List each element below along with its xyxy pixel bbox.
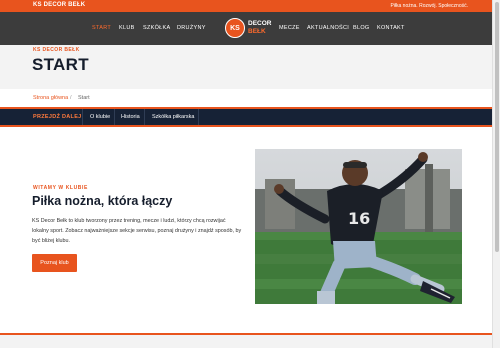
main-navigation: START KLUB SZKÓŁKA DRUŻYNY KS DECOR BEŁK… bbox=[0, 12, 492, 45]
nav-aktualnosci[interactable]: AKTUALNOŚCI bbox=[307, 25, 349, 31]
club-logo[interactable]: KS DECOR BEŁK bbox=[225, 17, 272, 39]
scrollbar-thumb[interactable] bbox=[495, 2, 499, 252]
intro-section: WITAMY W KLUBIE Piłka nożna, która łączy… bbox=[0, 129, 492, 333]
page-kicker: KS DECOR BEŁK bbox=[33, 47, 80, 53]
breadcrumb: Strona główna / Start bbox=[0, 89, 492, 107]
page-scrollbar[interactable] bbox=[492, 0, 500, 348]
section-subnav: PRZEJDŹ DALEJ O klubie Historia Szkółka … bbox=[0, 107, 492, 127]
nav-start[interactable]: START bbox=[92, 25, 111, 31]
nav-szkolka[interactable]: SZKÓŁKA bbox=[143, 25, 170, 31]
top-bar: KS DECOR BEŁK Piłka nożna. Rozwój. Społe… bbox=[0, 0, 492, 12]
subnav-link-historia[interactable]: Historia bbox=[121, 114, 140, 120]
intro-kicker: WITAMY W KLUBIE bbox=[33, 185, 88, 191]
subnav-lead: PRZEJDŹ DALEJ bbox=[33, 114, 82, 120]
nav-mecze[interactable]: MECZE bbox=[279, 25, 300, 31]
subnav-link-o-klubie[interactable]: O klubie bbox=[90, 114, 110, 120]
nav-klub[interactable]: KLUB bbox=[119, 25, 135, 31]
topbar-tagline: Piłka nożna. Rozwój. Społeczność. bbox=[390, 2, 468, 9]
player-illustration: 16 bbox=[255, 149, 462, 304]
topbar-brand: KS DECOR BEŁK bbox=[33, 2, 86, 8]
breadcrumb-current: Start bbox=[78, 94, 90, 101]
intro-description: KS Decor Bełk to klub tworzony przez tre… bbox=[32, 218, 242, 244]
nav-kontakt[interactable]: KONTAKT bbox=[377, 25, 405, 31]
nav-blog[interactable]: BLOG bbox=[353, 25, 369, 31]
poznaj-klub-button[interactable]: Poznaj klub bbox=[32, 254, 77, 272]
jersey-number: 16 bbox=[348, 209, 370, 228]
nav-druzyny[interactable]: DRUŻYNY bbox=[177, 25, 206, 31]
subnav-divider bbox=[144, 109, 145, 125]
subnav-link-szkolka[interactable]: Szkółka piłkarska bbox=[152, 114, 195, 120]
footer bbox=[0, 335, 492, 348]
breadcrumb-home-link[interactable]: Strona główna bbox=[33, 95, 68, 101]
intro-headline: Piłka nożna, która łączy bbox=[32, 194, 173, 208]
page-header: KS DECOR BEŁK START bbox=[0, 45, 492, 89]
football-player-photo: 16 bbox=[255, 149, 462, 304]
logo-text-decor: DECOR bbox=[248, 20, 272, 27]
subnav-divider bbox=[114, 109, 115, 125]
logo-text-belk: BEŁK bbox=[248, 28, 266, 35]
subnav-divider bbox=[198, 109, 199, 125]
subnav-divider bbox=[82, 109, 83, 125]
breadcrumb-separator: / bbox=[70, 94, 72, 101]
page-title: START bbox=[32, 55, 89, 74]
logo-badge: KS bbox=[225, 18, 245, 38]
